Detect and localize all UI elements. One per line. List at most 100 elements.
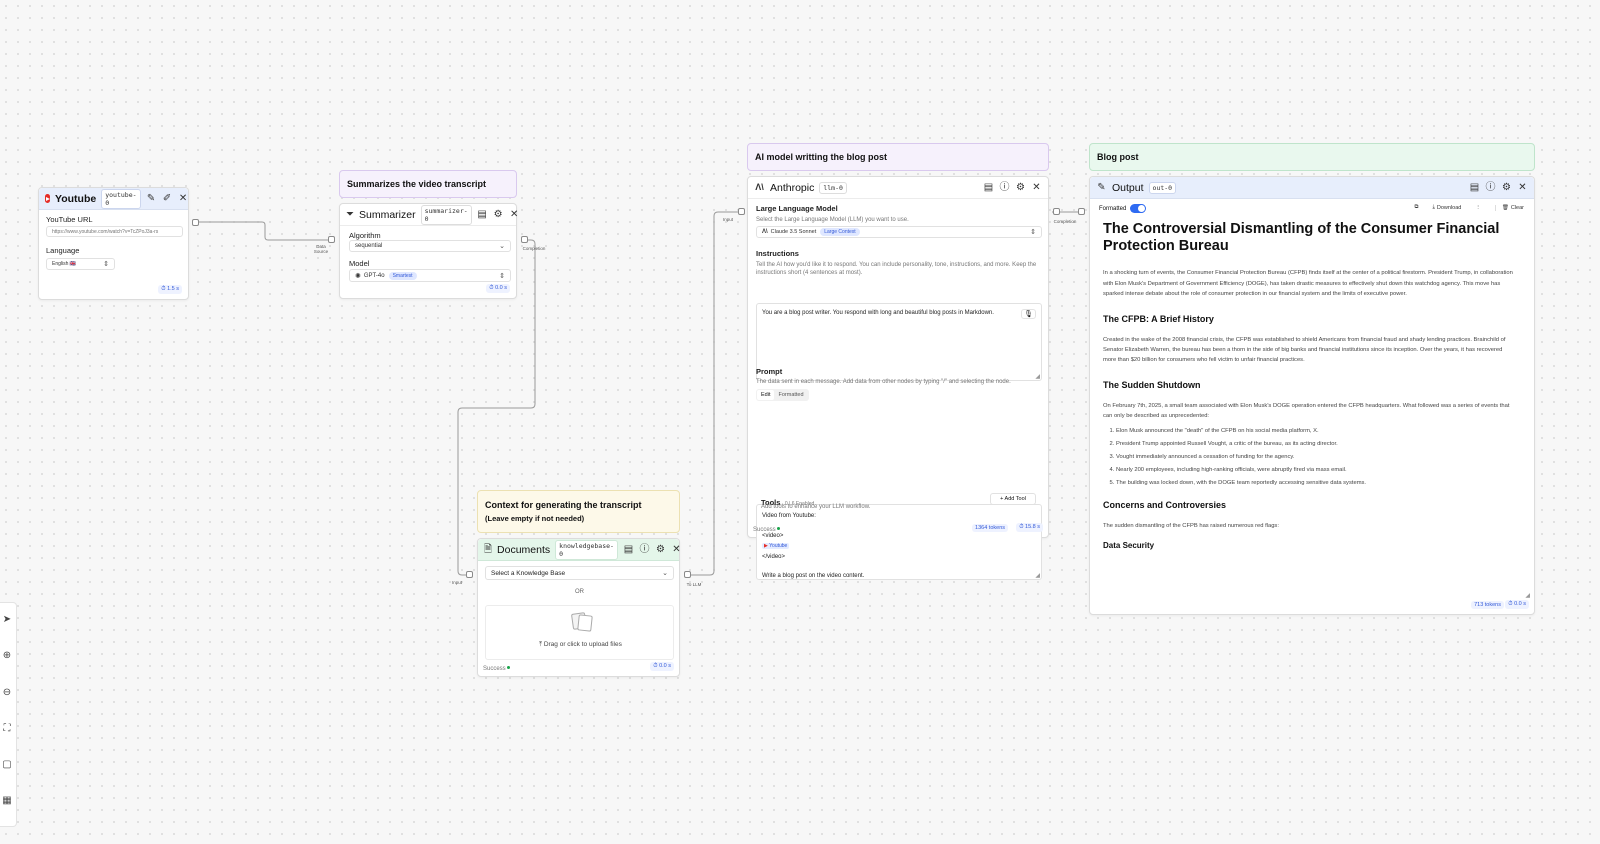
youtube-output-handle[interactable] xyxy=(192,219,199,226)
formatted-label: Formatted xyxy=(1099,205,1127,212)
documents-node-header[interactable]: 🗎 Documents knowledgebase-0 ▤ ⓘ ⚙ ✕ xyxy=(478,539,682,561)
close-icon[interactable]: ✕ xyxy=(178,193,189,204)
resize-handle-icon[interactable]: ◢ xyxy=(1035,572,1040,579)
llm-badge: Large Context xyxy=(820,228,860,236)
summarizer-output-handle[interactable] xyxy=(521,236,528,243)
clear-label: Clear xyxy=(1510,204,1524,211)
prompt-line-1: Video from Youtube: xyxy=(762,513,816,519)
comment-anthropic-text: AI model writting the blog post xyxy=(755,152,887,162)
llm-select-value: Claude 3.5 Sonnet xyxy=(770,229,817,235)
clear-button[interactable]: 🗑 Clear xyxy=(1494,204,1524,211)
instructions-textarea[interactable]: You are a blog post writer. You respond … xyxy=(756,303,1042,381)
algorithm-select[interactable]: sequential ⌄ xyxy=(349,240,511,252)
resize-handle-icon[interactable]: ◢ xyxy=(1525,592,1530,599)
fit-view-icon[interactable]: ⛶ xyxy=(1,722,13,734)
documents-status-text: Success xyxy=(483,666,506,672)
model-select-value: GPT-4o xyxy=(363,272,385,279)
info-icon[interactable]: ⓘ xyxy=(999,182,1010,193)
comment-anthropic[interactable]: AI model writting the blog post xyxy=(747,143,1049,171)
close-icon[interactable]: ✕ xyxy=(1031,182,1042,193)
pointer-icon[interactable]: ➤ xyxy=(1,613,13,625)
output-node-header[interactable]: ✎ Output out-0 ▤ ⓘ ⚙ ✕ xyxy=(1090,177,1534,199)
more-button[interactable]: ⋮ xyxy=(1475,205,1481,211)
documents-status: Success xyxy=(483,666,510,672)
gear-icon[interactable]: ⚙ xyxy=(1501,182,1512,193)
prompt-youtube-chip[interactable]: ▶ Youtube xyxy=(762,543,790,550)
close-icon[interactable]: ✕ xyxy=(671,544,682,555)
info-icon[interactable]: ⓘ xyxy=(639,544,650,555)
prompt-textarea[interactable]: Video from Youtube: <video> ▶ Youtube </… xyxy=(756,504,1042,580)
list-item: Elon Musk announced the "death" of the C… xyxy=(1116,428,1513,434)
youtube-url-input[interactable] xyxy=(46,226,183,237)
list-item: Nearly 200 employees, including high-ran… xyxy=(1116,467,1513,473)
copy-button[interactable]: ⧉ xyxy=(1415,204,1419,211)
resize-handle-icon[interactable]: ◢ xyxy=(1035,373,1040,380)
gear-icon[interactable]: ⚙ xyxy=(1015,182,1026,193)
output-input-handle[interactable] xyxy=(1078,208,1085,215)
close-icon[interactable]: ✕ xyxy=(509,209,520,220)
upload-icon: ⤒ xyxy=(539,641,542,648)
anthropic-node-header[interactable]: Λ\ Anthropic llm-0 ▤ ⓘ ⚙ ✕ xyxy=(748,177,1048,199)
youtube-icon xyxy=(45,194,50,203)
anthropic-small-icon: Λ\ xyxy=(762,229,768,235)
gear-icon[interactable]: ⚙ xyxy=(493,209,504,220)
list-item: Vought immediately announced a cessation… xyxy=(1116,454,1513,460)
pencil-icon[interactable]: ✐ xyxy=(162,193,173,204)
edit-note-icon[interactable]: ✎ xyxy=(146,193,157,204)
anthropic-input-label: Input xyxy=(722,217,733,222)
youtube-node[interactable]: Youtube youtube-0 ✎ ✐ ✕ YouTube URL Lang… xyxy=(38,187,189,300)
comment-output-text: Blog post xyxy=(1097,152,1139,162)
zoom-in-icon[interactable]: ⊕ xyxy=(1,649,13,661)
download-button[interactable]: ⤓ Download xyxy=(1432,204,1461,211)
gear-icon[interactable]: ⚙ xyxy=(655,544,666,555)
mic-icon[interactable]: 🎙 xyxy=(1021,309,1036,319)
comment-summarizer[interactable]: Summarizes the video transcript xyxy=(339,170,517,198)
comment-output[interactable]: Blog post xyxy=(1089,143,1535,171)
anthropic-input-handle[interactable] xyxy=(738,208,745,215)
note-icon[interactable]: ▤ xyxy=(623,544,634,555)
model-select[interactable]: ✺ GPT-4o Smartest ⇕ xyxy=(349,269,511,282)
documents-input-handle[interactable] xyxy=(466,571,473,578)
layout-icon[interactable]: ▦ xyxy=(1,794,13,806)
documents-node[interactable]: 🗎 Documents knowledgebase-0 ▤ ⓘ ⚙ ✕ Sele… xyxy=(477,538,682,677)
output-content: The Controversial Dismantling of the Con… xyxy=(1103,221,1513,591)
openai-icon: ✺ xyxy=(355,272,361,280)
note-icon[interactable]: ▤ xyxy=(1469,182,1480,193)
tab-formatted[interactable]: Formatted xyxy=(774,390,807,400)
tab-edit[interactable]: Edit xyxy=(757,390,775,400)
output-heading-2a: The CFPB: A Brief History xyxy=(1103,313,1214,324)
summarizer-input-handle[interactable] xyxy=(328,236,335,243)
youtube-node-header[interactable]: Youtube youtube-0 ✎ ✐ ✕ xyxy=(39,188,188,210)
summarizer-node-header[interactable]: ⏷ Summarizer summarizer-0 ▤ ⚙ ✕ xyxy=(340,204,518,226)
comment-tool-icon[interactable]: ▢ xyxy=(1,758,13,770)
file-dropzone[interactable]: ⤒ Drag or click to upload files xyxy=(485,605,674,660)
info-icon[interactable]: ⓘ xyxy=(1485,182,1496,193)
knowledge-base-select[interactable]: Select a Knowledge Base ⌄ xyxy=(485,566,674,580)
language-select[interactable]: English 🇬🇧 ⇕ xyxy=(46,258,115,270)
comment-summarizer-text: Summarizes the video transcript xyxy=(347,179,487,189)
anthropic-output-handle[interactable] xyxy=(1053,208,1060,215)
output-node-title: Output xyxy=(1112,181,1144,194)
prompt-chip-label: Youtube xyxy=(769,543,788,550)
canvas-toolbar: ➤ ⊕ ⊖ ⛶ ▢ ▦ xyxy=(0,602,17,827)
summarizer-node[interactable]: ⏷ Summarizer summarizer-0 ▤ ⚙ ✕ Algorith… xyxy=(339,203,518,299)
add-tool-button[interactable]: + Add Tool xyxy=(990,493,1036,505)
comment-documents[interactable]: Context for generating the transcript (L… xyxy=(477,490,680,533)
formatted-toggle[interactable] xyxy=(1130,204,1147,213)
document-icon: 🗎 xyxy=(484,543,493,555)
output-paragraph-3: On February 7th, 2025, a small team asso… xyxy=(1103,402,1510,420)
output-node[interactable]: ✎ Output out-0 ▤ ⓘ ⚙ ✕ Formatted ⧉ ⤓ Down… xyxy=(1089,176,1535,615)
zoom-out-icon[interactable]: ⊖ xyxy=(1,686,13,698)
note-icon[interactable]: ▤ xyxy=(983,182,994,193)
status-dot xyxy=(506,666,510,669)
prompt-label: Prompt xyxy=(756,367,783,376)
anthropic-node[interactable]: Λ\ Anthropic llm-0 ▤ ⓘ ⚙ ✕ Large Languag… xyxy=(747,176,1049,580)
youtube-node-id: youtube-0 xyxy=(101,188,141,209)
download-icon: ⤓ xyxy=(1432,204,1435,210)
note-icon[interactable]: ▤ xyxy=(477,209,488,220)
language-select-value: English 🇬🇧 xyxy=(52,261,77,267)
close-icon[interactable]: ✕ xyxy=(1517,182,1528,193)
documents-output-handle[interactable] xyxy=(684,571,691,578)
download-label: Download xyxy=(1436,204,1462,211)
llm-select[interactable]: Λ\ Claude 3.5 Sonnet Large Context ⇕ xyxy=(756,226,1042,238)
